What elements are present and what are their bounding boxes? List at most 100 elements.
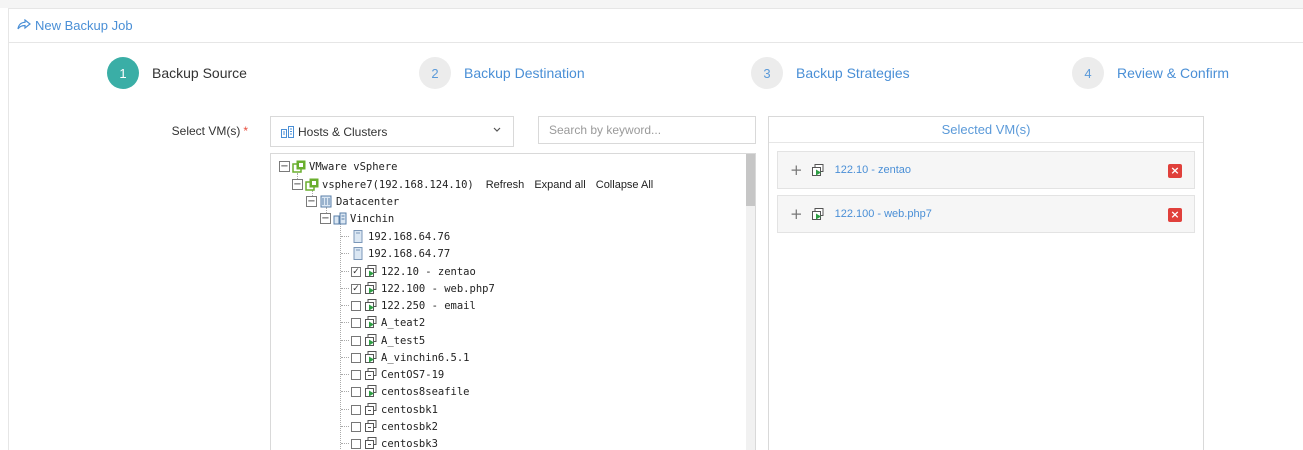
tree-guide [341,409,349,410]
chevron-down-icon [493,125,501,136]
tree-item-vm[interactable]: A_test5 [351,332,425,349]
selected-vm-name: 122.10 - zentao [834,164,912,176]
esxi-host-icon [353,230,363,243]
vm-stopped-icon [365,368,377,380]
tree-item-host[interactable]: 192.168.64.77 [351,245,450,262]
scrollbar-thumb[interactable] [746,154,755,206]
collapse-toggle[interactable]: − [306,196,317,207]
tree-node-label: 122.100 - web.php7 [381,282,495,295]
tree-item-vm[interactable]: centos8seafile [351,383,470,400]
vsphere-icon [305,178,319,191]
tree-item-vm[interactable]: A_teat2 [351,314,425,331]
tree-item-vm[interactable]: A_vinchin6.5.1 [351,349,470,366]
tree-item-vm[interactable]: centosbk1 [351,401,438,418]
step-backup-strategies[interactable]: 3 Backup Strategies [751,57,910,89]
tree-node-label: vsphere7(192.168.124.10) [322,178,474,191]
step-label: Review & Confirm [1117,65,1230,81]
vm-checkbox[interactable] [351,438,361,449]
tree-node-datacenter[interactable]: − Datacenter [306,193,399,210]
datacenter-icon [320,195,332,208]
search-input[interactable] [538,116,756,144]
tree-guide [341,374,349,375]
tree-guide [340,224,341,450]
tree-item-vm[interactable]: ✓ 122.100 - web.php7 [351,280,495,297]
select-vms-label: Select VM(s) * [160,124,248,138]
collapse-toggle[interactable]: − [292,179,303,190]
tree-guide [341,391,349,392]
tree-item-vm[interactable]: centosbk2 [351,418,438,435]
expand-all-link[interactable]: Expand all [534,179,585,191]
tree-scrollbar[interactable] [746,154,755,450]
tree-item-vm[interactable]: 122.250 - email [351,297,476,314]
tree-item-vm[interactable]: CentOS7-19 [351,366,444,383]
tree-node-label: Datacenter [336,195,400,208]
selected-vm-name: 122.100 - web.php7 [834,208,932,220]
tree-node-label: A_test5 [381,334,426,347]
step-backup-source[interactable]: 1 Backup Source [107,57,247,89]
step-label: Backup Strategies [796,65,910,81]
expand-plus-icon[interactable]: + [790,161,803,179]
view-select[interactable]: Hosts & Clusters [270,116,514,147]
tree-node-host[interactable]: − vsphere7(192.168.124.10) Refresh Expan… [292,176,660,193]
tree-guide [341,236,349,237]
step-number: 1 [107,57,139,89]
collapse-toggle[interactable]: − [320,213,331,224]
collapse-all-link[interactable]: Collapse All [596,179,653,191]
page-title: New Backup Job [35,18,133,33]
step-number: 4 [1072,57,1104,89]
step-backup-destination[interactable]: 2 Backup Destination [419,57,585,89]
cluster-icon [333,212,347,225]
selected-vms-panel: Selected VM(s) + 122.10 - zentao × + 122… [768,116,1204,450]
selected-vm-item: + 122.10 - zentao × [777,151,1195,189]
selected-vm-item: + 122.100 - web.php7 × [777,195,1195,233]
tree-item-vm[interactable]: ✓ 122.10 - zentao [351,263,476,280]
selected-vms-title: Selected VM(s) [769,117,1203,143]
refresh-link[interactable]: Refresh [486,179,525,191]
expand-plus-icon[interactable]: + [790,205,803,223]
vm-checkbox-checked[interactable]: ✓ [351,283,361,294]
vm-stopped-icon [365,420,377,432]
vm-checkbox[interactable] [351,386,361,397]
vm-checkbox[interactable] [351,335,361,346]
tree-guide [341,271,349,272]
vm-stopped-icon [365,437,377,449]
tree-node-label: 192.168.64.76 [368,230,451,243]
vm-running-icon [811,163,824,176]
vm-checkbox[interactable] [351,404,361,415]
tree-guide [341,322,349,323]
step-label: Backup Destination [464,65,585,81]
step-review-confirm[interactable]: 4 Review & Confirm [1072,57,1229,89]
panel-header: New Backup Job [9,9,1303,43]
step-number: 3 [751,57,783,89]
tree-node-label: 122.10 - zentao [381,265,476,278]
tree-item-host[interactable]: 192.168.64.76 [351,228,450,245]
tree-node-label: Vinchin [350,212,395,225]
tree-node-label: centosbk1 [381,403,438,416]
select-vms-label-text: Select VM(s) [171,124,241,138]
share-icon [17,18,31,33]
vm-checkbox[interactable] [351,352,361,363]
tree-guide [341,288,349,289]
tree-node-label: 192.168.64.77 [368,247,451,260]
tree-guide [341,340,349,341]
tree-node-cluster[interactable]: − Vinchin [320,210,394,227]
tree-node-root[interactable]: − VMware vSphere [279,158,398,175]
remove-icon[interactable]: × [1168,164,1182,178]
esxi-host-icon [353,247,363,260]
required-mark: * [243,124,248,138]
vm-checkbox[interactable] [351,421,361,432]
vm-checkbox-checked[interactable]: ✓ [351,266,361,277]
vm-running-icon [365,316,377,328]
remove-icon[interactable]: × [1168,208,1182,222]
tree-node-label: A_teat2 [381,316,426,329]
tree-node-label: centosbk3 [381,437,438,450]
vm-checkbox[interactable] [351,369,361,380]
hosts-clusters-icon [281,125,294,138]
vm-running-icon [365,351,377,363]
collapse-toggle[interactable]: − [279,161,290,172]
tree-item-vm[interactable]: centosbk3 [351,435,438,450]
vm-checkbox[interactable] [351,317,361,328]
vm-checkbox[interactable] [351,300,361,311]
top-strip [0,0,1303,8]
vm-running-icon [365,334,377,346]
